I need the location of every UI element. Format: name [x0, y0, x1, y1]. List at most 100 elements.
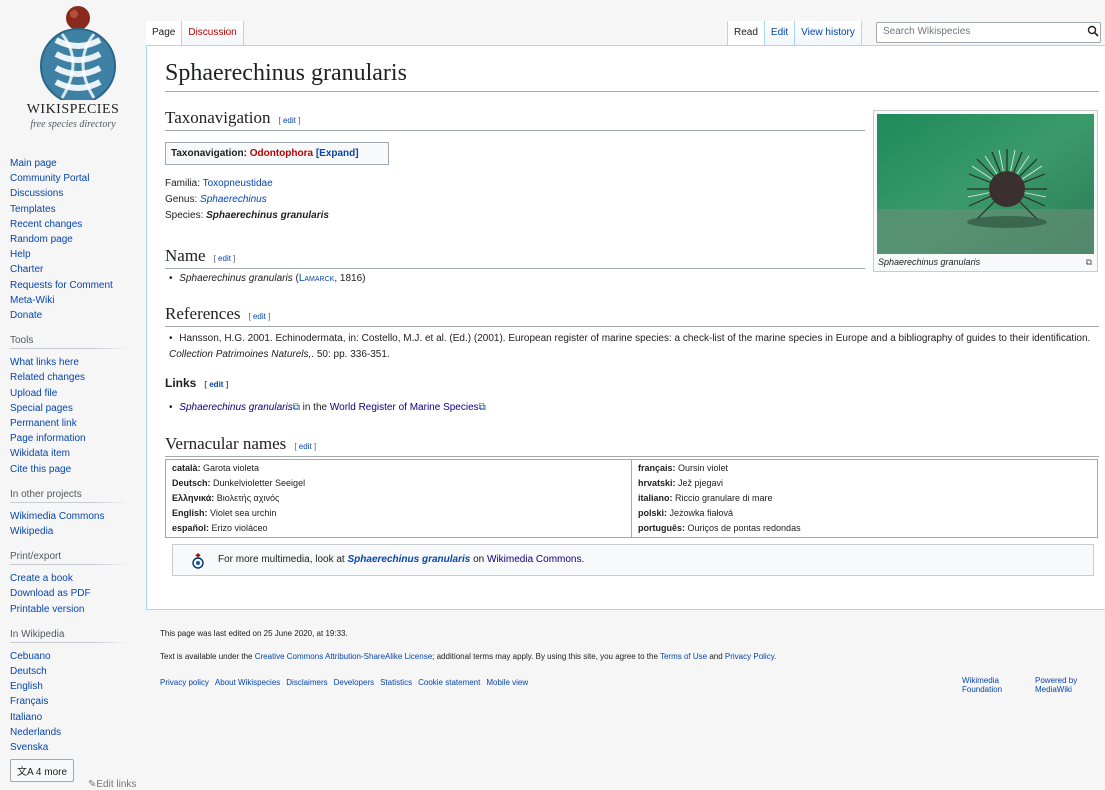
- print-heading: Print/export: [10, 551, 128, 566]
- sidebar-nav-item: Templates: [10, 202, 146, 217]
- logo-tagline: free species directory: [30, 119, 116, 130]
- sidebar-lang-item: Nederlands: [10, 725, 146, 740]
- reference-text: Hansson, H.G. 2001. Echinodermata, in: C…: [179, 333, 1091, 344]
- taxonavigation-edit-link[interactable]: edit: [283, 116, 296, 125]
- name-edit-link[interactable]: edit: [218, 254, 231, 263]
- tab-view-history[interactable]: View history: [795, 21, 862, 45]
- sidebar-tool-link-permanent-link[interactable]: Permanent link: [10, 418, 77, 429]
- sidebar-project-link-wikipedia[interactable]: Wikipedia: [10, 526, 53, 537]
- commons-site-link[interactable]: Wikimedia Commons.: [487, 554, 584, 565]
- sidebar-nav-item: Charter: [10, 262, 146, 277]
- author-link[interactable]: Lamarck: [299, 273, 335, 284]
- sea-urchin-photo[interactable]: [877, 114, 1094, 254]
- sidebar-tool-item: Upload file: [10, 386, 146, 401]
- footer-link-disclaimers[interactable]: Disclaimers: [286, 678, 327, 687]
- name-item: Sphaerechinus granularis (Lamarck, 1816): [169, 271, 365, 287]
- commons-taxon-link[interactable]: Sphaerechinus granularis: [348, 554, 471, 565]
- sidebar-tool-link-wikidata-item[interactable]: Wikidata item: [10, 448, 70, 459]
- sidebar-nav-link-community-portal[interactable]: Community Portal: [10, 173, 89, 184]
- sidebar-tool-link-upload-file[interactable]: Upload file: [10, 388, 57, 399]
- reference-end: . 50: pp. 336-351.: [311, 349, 390, 360]
- sidebar-lang-link-cebuano[interactable]: Cebuano: [10, 651, 51, 662]
- sidebar-nav-link-meta-wiki[interactable]: Meta-Wiki: [10, 295, 54, 306]
- sidebar-nav-link-charter[interactable]: Charter: [10, 264, 43, 275]
- sidebar-nav-link-main-page[interactable]: Main page: [10, 158, 57, 169]
- sidebar-print-link-download-as-pdf[interactable]: Download as PDF: [10, 588, 91, 599]
- footer-link-privacy-policy[interactable]: Privacy policy: [160, 678, 209, 687]
- more-languages-label: 4 more: [35, 767, 68, 779]
- sidebar-nav-link-random-page[interactable]: Random page: [10, 234, 73, 245]
- vernacular-lang: italiano:: [638, 493, 673, 503]
- sidebar-project-item: Wikipedia: [10, 524, 146, 539]
- species-name: Sphaerechinus granularis: [206, 210, 329, 221]
- commons-text-pre: For more multimedia, look at: [218, 554, 348, 565]
- sidebar-nav-link-templates[interactable]: Templates: [10, 204, 56, 215]
- tab-page[interactable]: Page: [146, 21, 183, 45]
- footer-link-about-wikispecies[interactable]: About Wikispecies: [215, 678, 280, 687]
- sidebar-lang-link-deutsch[interactable]: Deutsch: [10, 666, 47, 677]
- vernacular-name: Ouriços de pontas redondas: [685, 523, 801, 533]
- sidebar-nav-link-requests-for-comment[interactable]: Requests for Comment: [10, 280, 113, 291]
- edit-links[interactable]: ✎Edit links: [88, 779, 136, 790]
- search-input[interactable]: Search Wikispecies: [876, 22, 1101, 43]
- license-link[interactable]: Creative Commons Attribution-ShareAlike …: [255, 652, 432, 661]
- familia-link[interactable]: Toxopneustidae: [203, 178, 273, 189]
- references-edit-link[interactable]: edit: [253, 312, 266, 321]
- taxo-expand-link[interactable]: [Expand]: [316, 148, 359, 159]
- vernacular-table: català: Garota violeta Deutsch: Dunkelvio…: [165, 459, 1098, 538]
- sidebar-tool-link-cite-this-page[interactable]: Cite this page: [10, 464, 71, 475]
- wikimedia-foundation-badge[interactable]: Wikimedia Foundation: [962, 676, 1022, 692]
- sidebar-tool-link-what-links-here[interactable]: What links here: [10, 357, 79, 368]
- footer-link-statistics[interactable]: Statistics: [380, 678, 412, 687]
- sidebar-tool-link-related-changes[interactable]: Related changes: [10, 372, 85, 383]
- license-and: and: [707, 652, 725, 661]
- sidebar-print-link-printable-version[interactable]: Printable version: [10, 604, 84, 615]
- sidebar-nav-link-donate[interactable]: Donate: [10, 310, 42, 321]
- sidebar-lang-link-english[interactable]: English: [10, 681, 43, 692]
- vernacular-row: català: Garota violeta: [172, 461, 625, 476]
- privacy-link[interactable]: Privacy Policy.: [725, 652, 776, 661]
- vernacular-edit-link[interactable]: edit: [299, 442, 312, 451]
- sidebar-lang-link-nederlands[interactable]: Nederlands: [10, 727, 61, 738]
- reference-item: Hansson, H.G. 2001. Echinodermata, in: C…: [169, 331, 1094, 363]
- vernacular-heading-text: Vernacular names: [165, 434, 287, 453]
- tab-read[interactable]: Read: [727, 21, 765, 45]
- powered-by-mediawiki-badge[interactable]: Powered by MediaWiki: [1035, 676, 1095, 692]
- magnify-icon[interactable]: ⧉: [1086, 257, 1092, 268]
- sidebar-print-item: Create a book: [10, 571, 146, 586]
- terms-link[interactable]: Terms of Use: [660, 652, 707, 661]
- sidebar-print-link-create-a-book[interactable]: Create a book: [10, 573, 73, 584]
- links-heading-text: Links: [165, 376, 197, 390]
- more-languages-button[interactable]: 文A 4 more: [10, 759, 75, 783]
- taxo-box-link[interactable]: Odontophora: [250, 148, 313, 159]
- sidebar-nav-link-discussions[interactable]: Discussions: [10, 188, 63, 199]
- sidebar-nav-link-recent-changes[interactable]: Recent changes: [10, 219, 82, 230]
- sidebar-tool-link-special-pages[interactable]: Special pages: [10, 403, 73, 414]
- sidebar-nav-link-help[interactable]: Help: [10, 249, 31, 260]
- tab-edit[interactable]: Edit: [764, 21, 796, 45]
- worms-taxon-link[interactable]: Sphaerechinus granularis: [179, 402, 292, 413]
- genus-link[interactable]: Sphaerechinus: [200, 194, 267, 205]
- footer-link-mobile-view[interactable]: Mobile view: [486, 678, 528, 687]
- sidebar-tool-link-page-information[interactable]: Page information: [10, 433, 86, 444]
- sidebar-project-link-wikimedia-commons[interactable]: Wikimedia Commons: [10, 511, 104, 522]
- references-heading: References[ edit ]: [165, 304, 1099, 327]
- sidebar-tool-item: Related changes: [10, 370, 146, 385]
- page-title: Sphaerechinus granularis: [165, 60, 1099, 92]
- license-mid: ; additional terms may apply. By using t…: [432, 652, 660, 661]
- sidebar-lang-item: Français: [10, 694, 146, 709]
- sidebar-lang-link-italiano[interactable]: Italiano: [10, 712, 42, 723]
- sidebar: Main page Community Portal Discussions Temp…: [0, 156, 146, 783]
- name-heading-text: Name: [165, 246, 206, 265]
- vernacular-name: Oursin violet: [675, 463, 729, 473]
- sidebar-lang-link-svenska[interactable]: Svenska: [10, 742, 48, 753]
- search-icon[interactable]: [1087, 25, 1099, 37]
- sidebar-lang-link-fran-ais[interactable]: Français: [10, 696, 48, 707]
- worms-link[interactable]: World Register of Marine Species: [330, 402, 479, 413]
- links-edit-link[interactable]: edit: [209, 380, 223, 389]
- footer-link-developers[interactable]: Developers: [334, 678, 374, 687]
- footer-link-cookie-statement[interactable]: Cookie statement: [418, 678, 480, 687]
- site-logo[interactable]: WIKISPECIES free species directory: [0, 0, 146, 140]
- tab-discussion[interactable]: Discussion: [182, 21, 244, 45]
- vernacular-lang: hrvatski:: [638, 478, 676, 488]
